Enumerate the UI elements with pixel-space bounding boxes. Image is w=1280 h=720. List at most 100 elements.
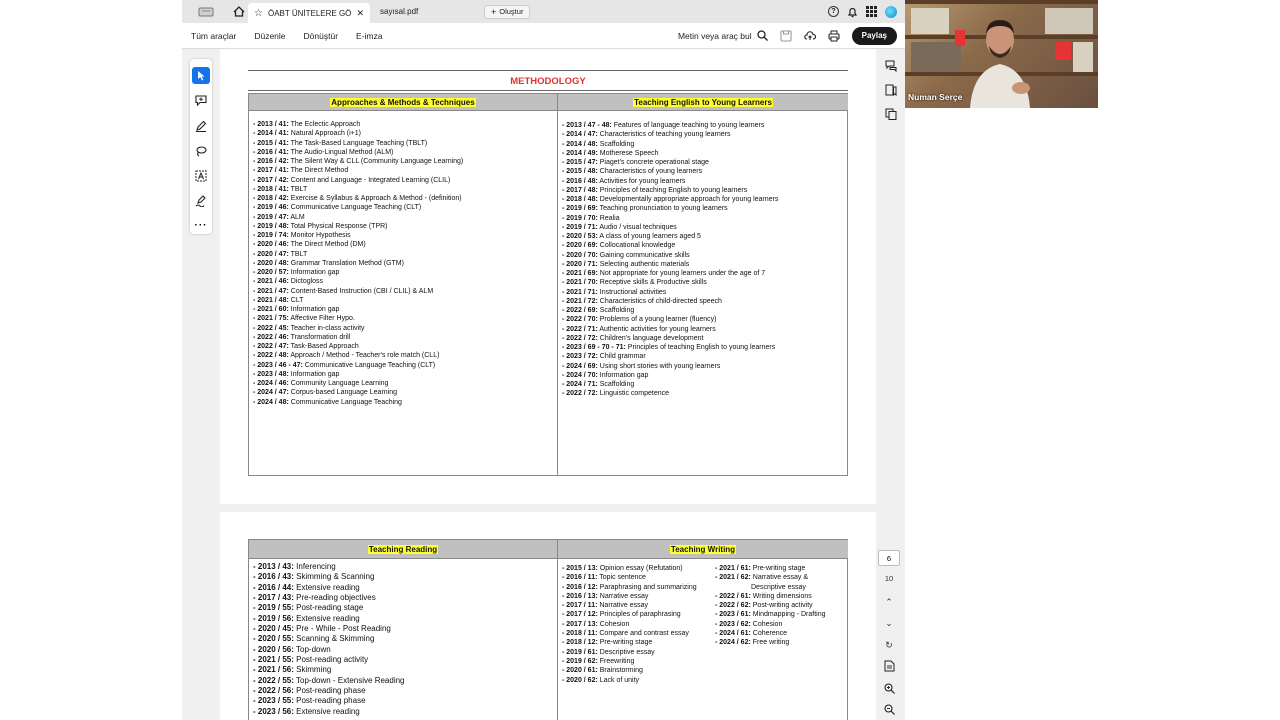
header-text: Teaching English to Young Learners (633, 97, 773, 107)
add-comment-button[interactable] (192, 92, 210, 109)
entry-year: - 2013 / 47 - 48: (562, 122, 612, 129)
entry-topic: Scanning & Skimming (293, 634, 375, 644)
bookmarks-panel-button[interactable] (881, 80, 901, 100)
entry-year: - 2015 / 48: (562, 168, 598, 176)
menu-all-tools[interactable]: Tüm araçlar (191, 31, 236, 41)
entry-year: - 2017 / 11: (562, 602, 598, 610)
list-item: - 2022 / 46: Transformation drill (253, 333, 463, 342)
list-item: - 2015 / 48: Characteristics of young le… (562, 167, 778, 176)
zoom-out-button[interactable] (880, 700, 898, 718)
more-dots-icon: ··· (194, 220, 208, 231)
list-item: - 2019 / 61: Descriptive essay (562, 648, 697, 657)
list-item: - 2018 / 11: Compare and contrast essay (562, 629, 697, 638)
list-item: - 2024 / 47: Corpus-based Language Learn… (253, 388, 463, 397)
entry-topic: Task-Based Approach (288, 343, 359, 350)
entry-topic: Post-reading phase (293, 696, 366, 706)
entry-year: - 2022 / 62: (715, 602, 751, 610)
entry-year: - 2022 / 69: (562, 307, 598, 314)
entry-topic: The Direct Method (DM) (288, 241, 366, 249)
entry-topic: Inferencing (293, 562, 336, 571)
home-icon (233, 6, 245, 17)
previous-page-button[interactable]: ⌃ (880, 593, 898, 611)
share-button[interactable]: Paylaş (851, 26, 897, 45)
select-tool-button[interactable] (192, 67, 210, 84)
entry-year: - 2021 / 61: (715, 565, 751, 572)
entry-topic: Activities for young learners (597, 177, 686, 185)
search-tools-button[interactable]: Metin veya araç bul (678, 30, 768, 41)
tab-active-document[interactable]: ☆ ÖABT ÜNİTELERE GÖR... ✕ (248, 3, 370, 23)
rotate-button[interactable]: ↻ (880, 636, 898, 654)
zoom-in-button[interactable] (880, 679, 898, 697)
entry-topic: Scaffolding (597, 381, 635, 388)
entry-year: - 2020 / 55: (253, 634, 294, 644)
sign-tool-button[interactable] (192, 192, 210, 209)
entry-year: - 2017 / 48: (562, 186, 598, 194)
more-tools-button[interactable]: ··· (192, 217, 210, 234)
entry-topic: Developmentally appropriate approach for… (597, 196, 779, 203)
entry-year: - 2018 / 11: (562, 630, 598, 638)
page-view-button[interactable] (880, 657, 898, 675)
list-item: - 2022 / 71: Authentic activities for yo… (562, 325, 778, 334)
list-item: - 2019 / 56: Extensive reading (253, 614, 405, 624)
bell-icon[interactable] (847, 6, 858, 18)
entry-topic: Gaining communicative skills (597, 251, 690, 259)
writing-list-a: - 2015 / 13: Opinion essay (Refutation) -… (562, 564, 697, 685)
menu-convert[interactable]: Dönüştür (304, 31, 339, 41)
close-tab-icon[interactable]: ✕ (356, 8, 364, 19)
menu-actions: Metin veya araç bul Paylaş (678, 26, 905, 45)
print-icon[interactable] (828, 30, 840, 42)
entry-topic: Characteristics of child-directed speech (597, 297, 722, 305)
home-button[interactable] (230, 0, 248, 23)
entry-topic: Total Physical Response (TPR) (288, 222, 388, 230)
entry-topic: Cohesion (750, 620, 783, 628)
highlight-tool-button[interactable] (192, 117, 210, 134)
list-item: - 2018 / 12: Pre-writing stage (562, 638, 697, 647)
document-viewport[interactable]: METHODOLOGY Approaches & Methods & Techn… (220, 49, 876, 720)
entry-year: - 2016 / 41: (253, 148, 289, 156)
list-item: - 2021 / 69: Not appropriate for young l… (562, 269, 778, 278)
help-icon[interactable]: ? (828, 6, 839, 17)
comments-panel-button[interactable] (881, 56, 901, 76)
sidebar-toggle-button[interactable] (182, 0, 230, 23)
entry-topic: Free writing (750, 639, 790, 647)
list-item: - 2022 / 48: Approach / Method - Teacher… (253, 351, 463, 360)
entry-year: - 2023 / 61: (715, 611, 751, 619)
draw-tool-button[interactable] (192, 142, 210, 159)
entry-topic: Paraphrasing and summarizing (597, 583, 697, 591)
entry-topic: Linguistic competence (597, 390, 670, 398)
entry-year: - 2021 / 46: (253, 278, 289, 286)
next-page-button[interactable]: ⌄ (880, 614, 898, 632)
list-item: - 2019 / 48: Total Physical Response (TP… (253, 222, 463, 231)
pages-panel-button[interactable] (881, 104, 901, 124)
entry-topic: Principles of teaching English to young … (625, 344, 776, 351)
entry-year: - 2017 / 43: (253, 593, 294, 603)
save-icon[interactable] (780, 29, 792, 42)
list-item: - 2019 / 74: Monitor Hypothesis (253, 231, 463, 240)
screen: ☆ ÖABT ÜNİTELERE GÖR... ✕ sayısal.pdf + … (0, 0, 1280, 720)
entry-topic: Using short stories with young learners (597, 362, 721, 370)
entry-topic: Children's language development (597, 334, 704, 342)
entry-year: - 2022 / 45: (253, 324, 289, 332)
upload-cloud-icon[interactable] (803, 30, 816, 42)
list-item: - 2016 / 48: Activities for young learne… (562, 177, 778, 186)
list-item: - 2021 / 72: Characteristics of child-di… (562, 297, 778, 306)
new-tab-button[interactable]: + Oluştur (484, 4, 531, 19)
menu-edit[interactable]: Düzenle (254, 31, 285, 41)
books (911, 42, 961, 72)
entry-year: - 2023 / 46 - 47: (253, 361, 303, 369)
entry-year: - 2023 / 48: (253, 370, 289, 378)
current-page-input[interactable]: 6 (878, 550, 900, 566)
entry-year: - 2017 / 41: (253, 167, 289, 175)
star-icon[interactable]: ☆ (254, 8, 263, 19)
profile-avatar[interactable] (885, 5, 897, 18)
books (911, 8, 949, 34)
comment-add-icon (195, 95, 207, 106)
tab-sayisal[interactable]: sayısal.pdf (370, 0, 480, 23)
entry-topic: Approach / Method - Teacher's role match… (288, 352, 440, 360)
text-tool-button[interactable] (192, 167, 210, 184)
list-item: - 2023 / 46 - 47: Communicative Language… (253, 361, 463, 370)
list-item: - 2020 / 56: Top-down (253, 645, 405, 655)
apps-grid-icon[interactable] (866, 6, 877, 17)
menu-esign[interactable]: E-imza (356, 31, 382, 41)
entry-year: - 2019 / 46: (253, 204, 289, 212)
